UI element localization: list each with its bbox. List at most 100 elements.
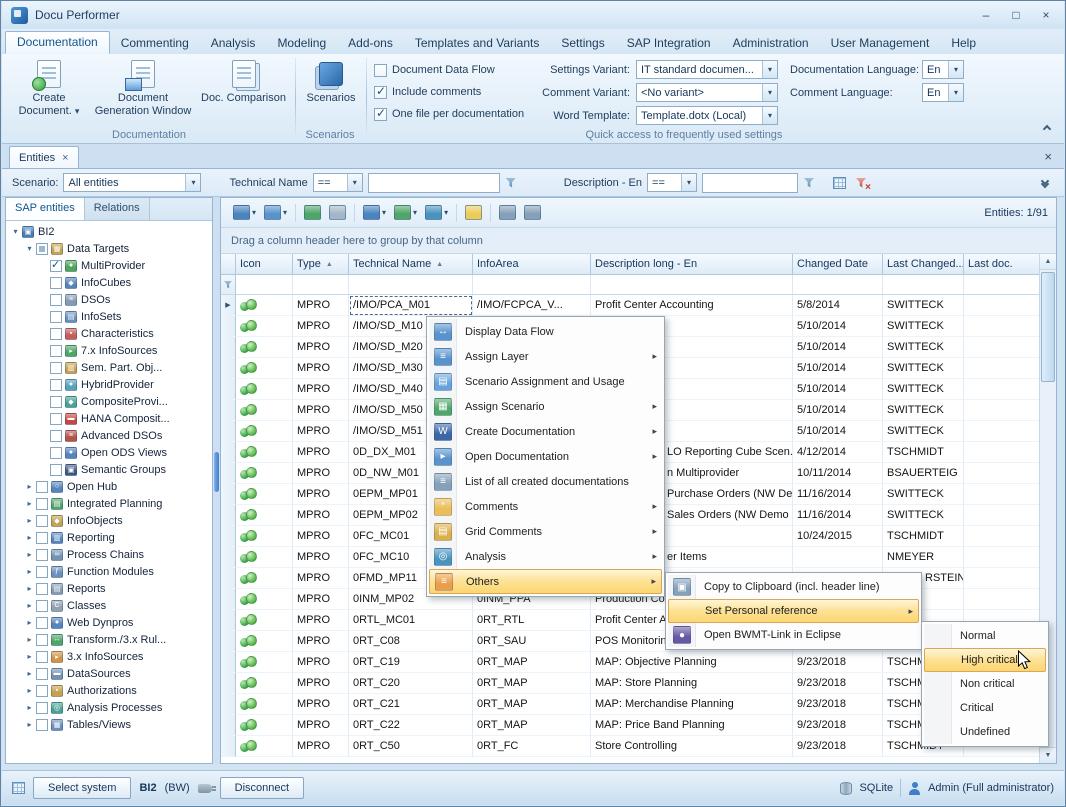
technical-name-operator-select[interactable]: == ▾	[313, 173, 363, 192]
tree-item-semantic-groups[interactable]: ▣Semantic Groups	[6, 461, 212, 478]
field-select[interactable]: <No variant>▾	[636, 83, 778, 102]
close-tab-icon[interactable]: ×	[62, 152, 68, 164]
create-document-button[interactable]: Create Document. ▾	[6, 57, 92, 125]
menu-item-scenario-assignment-and-usage[interactable]: ▤Scenario Assignment and Usage	[429, 369, 662, 394]
tree-item-hybridprovider[interactable]: ●HybridProvider	[6, 376, 212, 393]
tree-item-web-dynpros[interactable]: ▸●Web Dynpros	[6, 614, 212, 631]
tree-expander-icon[interactable]: ▸	[23, 516, 36, 525]
tree-item-3-x-infosources[interactable]: ▸▸3.x InfoSources	[6, 648, 212, 665]
analysis-button[interactable]: ▾	[421, 202, 452, 223]
checkbox-icon[interactable]	[374, 64, 387, 77]
close-panel-button[interactable]: ×	[1040, 149, 1056, 164]
display-data-flow-button[interactable]: ▾	[359, 202, 390, 223]
tree-expander-icon[interactable]: ▸	[23, 567, 36, 576]
open-documentation-button[interactable]: ▾	[260, 202, 291, 223]
left-panel-tab-sap-entities[interactable]: SAP entities	[6, 198, 85, 220]
ribbon-option-document-data-flow[interactable]: Document Data Flow	[374, 59, 524, 81]
tree-item-data-targets[interactable]: ▾▦Data Targets	[6, 240, 212, 257]
disconnect-button[interactable]: Disconnect	[220, 777, 304, 799]
field-select[interactable]: IT standard documen...▾	[636, 60, 778, 79]
maximize-button[interactable]: □	[1002, 6, 1030, 25]
tree-item-analysis-processes[interactable]: ▸◎Analysis Processes	[6, 699, 212, 716]
minimize-button[interactable]: –	[972, 6, 1000, 25]
tree-item-infocubes[interactable]: ◆InfoCubes	[6, 274, 212, 291]
tree-checkbox[interactable]	[50, 447, 62, 459]
tree-checkbox[interactable]	[50, 396, 62, 408]
tree-checkbox[interactable]	[50, 277, 62, 289]
tree-item-classes[interactable]: ▸CClasses	[6, 597, 212, 614]
filter-cell[interactable]	[349, 275, 473, 295]
menu-item-critical[interactable]: Critical	[924, 696, 1046, 720]
tree-item-authorizations[interactable]: ▸▪Authorizations	[6, 682, 212, 699]
tree-item-sem-part-obj[interactable]: ▥Sem. Part. Obj...	[6, 359, 212, 376]
ribbon-option-include-comments[interactable]: Include comments	[374, 81, 524, 103]
tree-item-infosets[interactable]: ▤InfoSets	[6, 308, 212, 325]
chevron-down-icon[interactable]: ▾	[948, 84, 963, 101]
document-generation-window-button[interactable]: Document Generation Window	[94, 57, 192, 125]
cell-technical-name[interactable]: 0RT_C08	[349, 631, 473, 652]
tree-item-dsos[interactable]: ≡DSOs	[6, 291, 212, 308]
tree-checkbox[interactable]	[36, 532, 48, 544]
cell-technical-name[interactable]: /IMO/PCA_M01	[349, 295, 473, 316]
tree-expander-icon[interactable]: ▸	[23, 703, 36, 712]
menu-item-assign-scenario[interactable]: ▦Assign Scenario▸	[429, 394, 662, 419]
tree-checkbox[interactable]	[36, 702, 48, 714]
tree-item-datasources[interactable]: ▸▬DataSources	[6, 665, 212, 682]
chevron-down-icon[interactable]: ▾	[347, 174, 362, 191]
ribbon-tab-help[interactable]: Help	[940, 33, 987, 54]
chevron-down-icon[interactable]: ▾	[681, 174, 696, 191]
cell-technical-name[interactable]: 0RT_C21	[349, 694, 473, 715]
menu-item-grid-comments[interactable]: ▤Grid Comments▸	[429, 519, 662, 544]
scenario-select[interactable]: All entities ▾	[63, 173, 201, 192]
menu-item-display-data-flow[interactable]: ↔Display Data Flow	[429, 319, 662, 344]
tree-checkbox[interactable]	[50, 311, 62, 323]
tree-checkbox[interactable]	[36, 685, 48, 697]
menu-item-non-critical[interactable]: Non critical	[924, 672, 1046, 696]
tree-checkbox[interactable]	[36, 617, 48, 629]
cell-technical-name[interactable]: 0RTL_MC01	[349, 610, 473, 631]
technical-name-filter-button[interactable]	[500, 173, 522, 193]
tree-expander-icon[interactable]: ▸	[23, 499, 36, 508]
filter-grid-button[interactable]	[828, 173, 850, 193]
tree-item-hana-composit[interactable]: ▬HANA Composit...	[6, 410, 212, 427]
tree-item-infoobjects[interactable]: ▸◆InfoObjects	[6, 512, 212, 529]
tree-checkbox[interactable]	[50, 362, 62, 374]
technical-name-filter-input[interactable]	[368, 173, 500, 193]
chevron-down-icon[interactable]: ▾	[185, 174, 200, 191]
table-row[interactable]: MPRO0RT_C500RT_FCStore Controlling9/23/2…	[221, 736, 1039, 757]
column-header-icon[interactable]: Icon	[236, 254, 293, 275]
tree-expander-icon[interactable]: ▾	[23, 244, 36, 253]
field-select[interactable]: En▾	[922, 60, 964, 79]
checkbox-icon[interactable]	[374, 108, 387, 121]
filter-cell[interactable]	[883, 275, 964, 295]
menu-item-open-documentation[interactable]: ▸Open Documentation▸	[429, 444, 662, 469]
chevron-down-icon[interactable]: ▾	[948, 61, 963, 78]
ribbon-tab-settings[interactable]: Settings	[550, 33, 615, 54]
tree-item-reporting[interactable]: ▸▥Reporting	[6, 529, 212, 546]
tree-item-reports[interactable]: ▸▤Reports	[6, 580, 212, 597]
menu-item-others[interactable]: ≡Others▸	[429, 569, 662, 594]
assign-scenario-button[interactable]: ▾	[390, 202, 421, 223]
table-row[interactable]: MPRO0RT_C220RT_MAPMAP: Price Band Planni…	[221, 715, 1039, 736]
tree-expander-icon[interactable]: ▸	[23, 652, 36, 661]
tree-checkbox[interactable]	[36, 481, 48, 493]
cell-technical-name[interactable]: 0RT_C19	[349, 652, 473, 673]
cell-technical-name[interactable]: 0RT_C50	[349, 736, 473, 757]
tree-checkbox[interactable]	[50, 260, 62, 272]
expand-filter-button[interactable]	[1036, 176, 1054, 189]
tree-item-7-x-infosources[interactable]: ▸7.x InfoSources	[6, 342, 212, 359]
close-button[interactable]: ×	[1032, 6, 1060, 25]
column-header-description-long-en[interactable]: Description long - En	[591, 254, 793, 275]
scroll-up-button[interactable]: ▲	[1040, 254, 1056, 270]
cell-technical-name[interactable]: 0RT_C22	[349, 715, 473, 736]
menu-item-assign-layer[interactable]: ≡Assign Layer▸	[429, 344, 662, 369]
tree-expander-icon[interactable]: ▸	[23, 482, 36, 491]
tree-item-multiprovider[interactable]: ●MultiProvider	[6, 257, 212, 274]
tree-checkbox[interactable]	[36, 498, 48, 510]
menu-item-open-bwmt-link-in-eclipse[interactable]: ●Open BWMT-Link in Eclipse	[668, 623, 919, 647]
menu-item-create-documentation[interactable]: WCreate Documentation▸	[429, 419, 662, 444]
filter-cell[interactable]	[236, 275, 293, 295]
tree-expander-icon[interactable]: ▾	[9, 227, 22, 236]
cell-technical-name[interactable]: 0RT_C20	[349, 673, 473, 694]
column-header-last-doc[interactable]: Last doc.	[964, 254, 1039, 275]
